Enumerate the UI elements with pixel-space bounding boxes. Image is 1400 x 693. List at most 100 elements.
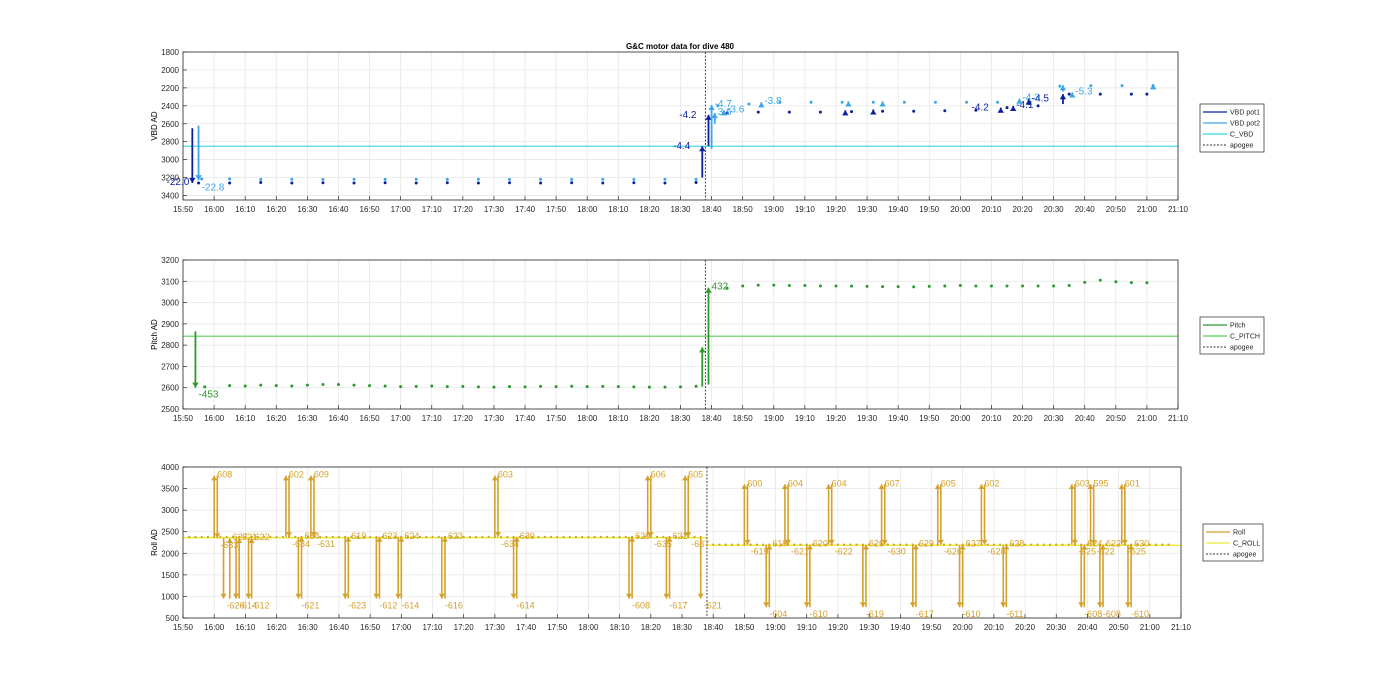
x-tick-label: 19:40 bbox=[888, 205, 909, 214]
data-point bbox=[281, 535, 284, 538]
x-tick-label: 16:10 bbox=[235, 414, 256, 423]
y-tick-label: 2000 bbox=[161, 549, 179, 558]
data-point bbox=[772, 283, 776, 287]
data-point bbox=[865, 284, 869, 288]
gnc-motor-figure: G&C motor data for dive 480 -22.0 -22.8-4… bbox=[0, 0, 1400, 693]
data-point bbox=[663, 385, 667, 389]
data-point bbox=[562, 535, 565, 538]
data-point bbox=[624, 535, 627, 538]
data-point bbox=[539, 181, 543, 185]
data-point bbox=[896, 285, 900, 289]
event-label: 595 bbox=[1094, 478, 1109, 488]
y-tick-label: 3500 bbox=[161, 485, 179, 494]
event-label: 605 bbox=[941, 478, 956, 488]
data-point bbox=[539, 177, 543, 181]
x-tick-label: 18:40 bbox=[702, 414, 723, 423]
x-tick-label: 17:10 bbox=[422, 205, 443, 214]
data-point bbox=[809, 100, 813, 104]
data-point bbox=[912, 285, 916, 289]
data-point bbox=[787, 284, 791, 288]
event-label: -4.2 bbox=[972, 103, 990, 114]
x-tick-label: 17:30 bbox=[485, 623, 506, 632]
data-point bbox=[1048, 543, 1052, 546]
data-point bbox=[336, 383, 340, 387]
event-label: 619 bbox=[351, 531, 366, 541]
x-tick-label: 18:10 bbox=[608, 205, 629, 214]
event-label: 607 bbox=[885, 478, 900, 488]
y-tick-label: 2200 bbox=[161, 84, 179, 93]
data-point bbox=[849, 543, 852, 546]
y-tick-label: 2800 bbox=[161, 341, 179, 350]
figure-title: G&C motor data for dive 480 bbox=[626, 42, 735, 51]
x-tick-label: 18:20 bbox=[641, 623, 662, 632]
data-point bbox=[1036, 104, 1040, 108]
event-label: -4.4 bbox=[673, 141, 691, 152]
data-point bbox=[730, 543, 734, 546]
data-point bbox=[331, 535, 334, 538]
x-tick-label: 18:20 bbox=[639, 205, 660, 214]
event-label: 622 bbox=[255, 532, 270, 542]
x-tick-label: 20:00 bbox=[950, 205, 971, 214]
data-point bbox=[663, 181, 667, 185]
x-tick-label: 20:30 bbox=[1044, 414, 1065, 423]
event-label: 623 bbox=[382, 531, 397, 541]
data-point bbox=[507, 177, 511, 181]
data-point bbox=[468, 535, 472, 538]
data-point bbox=[1083, 280, 1087, 284]
y-tick-label: 2900 bbox=[161, 320, 179, 329]
x-tick-label: 19:40 bbox=[890, 623, 911, 632]
data-point bbox=[430, 384, 434, 388]
data-point bbox=[1167, 543, 1170, 546]
data-point bbox=[352, 383, 356, 387]
data-point bbox=[927, 284, 931, 288]
x-tick-label: 16:00 bbox=[204, 623, 225, 632]
y-tick-label: 4000 bbox=[161, 463, 179, 472]
data-point bbox=[321, 177, 325, 181]
x-tick-label: 18:50 bbox=[733, 205, 754, 214]
x-tick-label: 16:00 bbox=[204, 414, 225, 423]
y-tick-label: 3100 bbox=[161, 277, 179, 286]
data-point bbox=[1042, 543, 1045, 546]
roll-legend: Roll C_ROLLapogee bbox=[1202, 523, 1264, 562]
data-point bbox=[1036, 284, 1040, 288]
data-point bbox=[197, 181, 201, 185]
data-point bbox=[601, 177, 605, 181]
data-point bbox=[507, 181, 511, 185]
data-point bbox=[747, 102, 751, 106]
data-point bbox=[556, 535, 559, 538]
data-point bbox=[294, 535, 297, 538]
event-label: -623 bbox=[348, 601, 366, 611]
y-tick-label: 2000 bbox=[161, 66, 179, 75]
data-point bbox=[886, 543, 889, 546]
x-tick-label: 18:10 bbox=[610, 623, 631, 632]
x-tick-label: 17:10 bbox=[422, 623, 443, 632]
data-point bbox=[787, 110, 791, 114]
data-point bbox=[383, 384, 387, 388]
data-point bbox=[855, 543, 858, 546]
event-label: 627 bbox=[966, 539, 981, 549]
x-tick-label: 17:00 bbox=[391, 205, 412, 214]
x-tick-label: 16:50 bbox=[360, 623, 381, 632]
legend-entry: apogee bbox=[1230, 345, 1253, 352]
x-tick-label: 16:20 bbox=[266, 205, 287, 214]
data-point bbox=[425, 535, 428, 538]
data-point bbox=[537, 535, 540, 538]
data-point bbox=[352, 177, 356, 181]
data-point bbox=[188, 535, 191, 538]
data-point bbox=[259, 383, 263, 387]
vbd-legend: VBD pot1 VBD pot2 C_VBDapogee bbox=[1199, 103, 1265, 153]
event-label: 628 bbox=[1009, 539, 1024, 549]
x-tick-label: 17:20 bbox=[453, 414, 474, 423]
data-point bbox=[843, 543, 846, 546]
event-label: -612 bbox=[379, 601, 397, 611]
data-point bbox=[662, 535, 665, 538]
event-label: -3.8 bbox=[764, 96, 782, 107]
data-point bbox=[881, 285, 885, 289]
data-point bbox=[999, 543, 1002, 546]
data-point bbox=[500, 535, 503, 538]
data-point bbox=[431, 535, 434, 538]
event-label: -3.6 bbox=[727, 104, 745, 115]
data-point bbox=[871, 100, 875, 104]
data-point bbox=[933, 100, 937, 104]
data-point bbox=[585, 385, 589, 389]
